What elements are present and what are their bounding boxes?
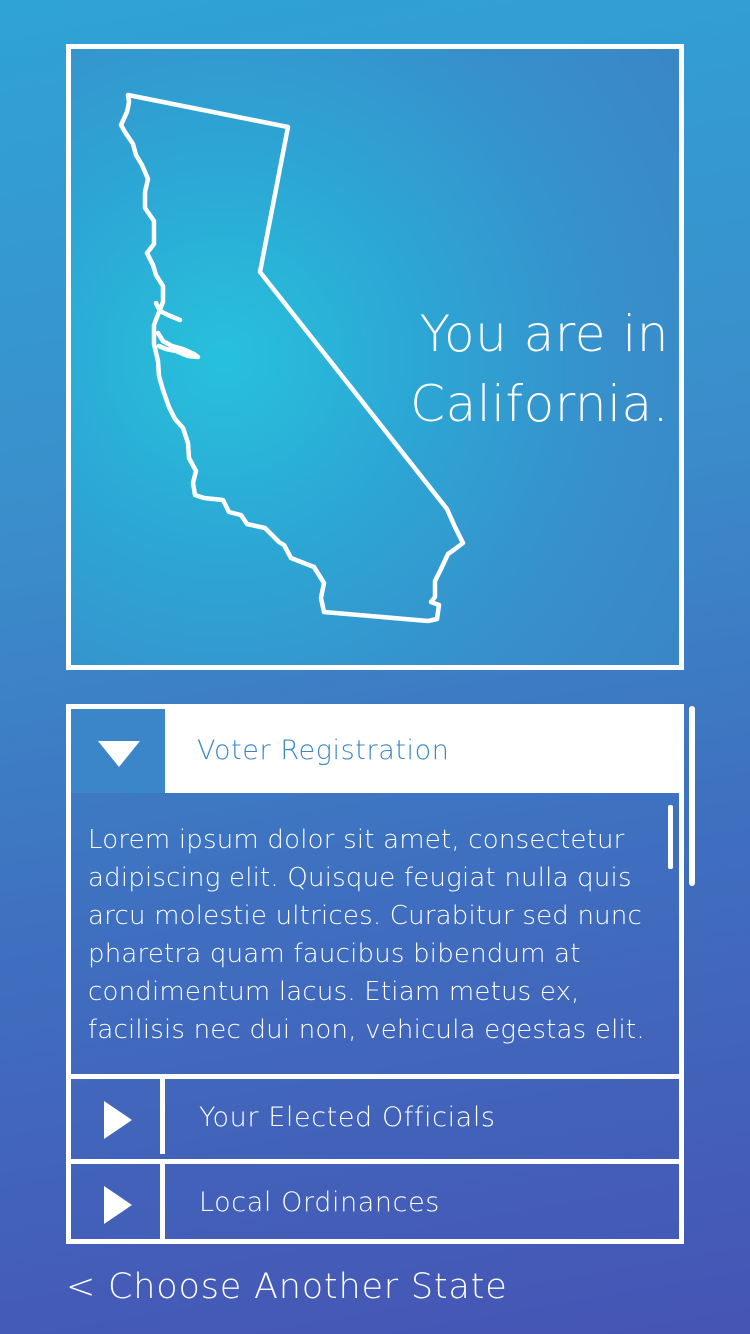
collapse-toggle-button[interactable]: [71, 709, 165, 793]
accordion-scrollbar[interactable]: [689, 706, 695, 886]
accordion-label-voter-registration: Voter Registration: [197, 735, 450, 766]
content-scrollbar[interactable]: [668, 805, 673, 869]
info-accordion: Voter Registration Lorem ipsum dolor sit…: [66, 704, 684, 1244]
expand-toggle-button[interactable]: [71, 1164, 165, 1239]
expand-toggle-button[interactable]: [71, 1079, 165, 1154]
triangle-right-icon: [104, 1186, 132, 1224]
voter-registration-text: Lorem ipsum dolor sit amet, consectetur …: [88, 825, 645, 1045]
accordion-label-elected-officials: Your Elected Officials: [199, 1102, 496, 1133]
state-hero-card: You are in California.: [66, 44, 684, 670]
accordion-header-elected-officials[interactable]: Your Elected Officials: [71, 1074, 679, 1154]
choose-another-state-link[interactable]: < Choose Another State: [66, 1262, 508, 1312]
accordion-header-local-ordinances[interactable]: Local Ordinances: [71, 1159, 679, 1239]
accordion-label-local-ordinances: Local Ordinances: [199, 1187, 440, 1218]
location-heading-line-2: California.: [410, 375, 669, 433]
location-heading: You are in California.: [329, 299, 669, 439]
triangle-down-icon: [98, 741, 140, 767]
location-heading-line-1: You are in: [419, 305, 669, 363]
triangle-right-icon: [104, 1101, 132, 1139]
accordion-header-voter-registration[interactable]: Voter Registration: [71, 709, 679, 793]
voter-registration-content: Lorem ipsum dolor sit amet, consectetur …: [71, 799, 679, 1075]
